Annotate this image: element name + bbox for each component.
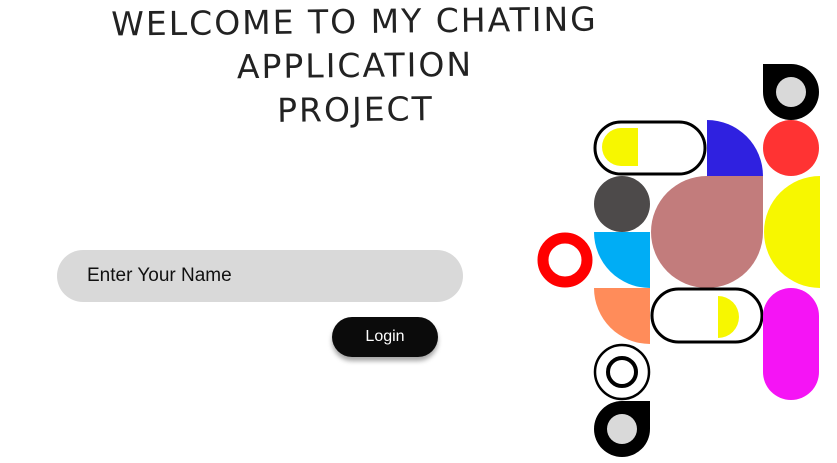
page-title-line-1: WELCOME TO MY CHATING — [111, 0, 598, 44]
magenta-pill-shape — [763, 288, 819, 400]
decorative-geometric-art — [537, 64, 820, 457]
cyan-quarter-circle-shape — [594, 232, 650, 288]
dark-gray-circle-shape — [594, 176, 650, 232]
red-ring-shape — [537, 232, 593, 288]
pill-outline-shape-2 — [650, 287, 764, 344]
yellow-semicircle-shape — [764, 176, 820, 288]
yellow-half-circle-shape — [602, 128, 638, 166]
blue-quarter-circle-shape — [707, 120, 763, 176]
red-circle-shape — [763, 120, 819, 176]
yellow-half-circle-shape-2 — [718, 296, 739, 338]
rose-droplet-shape — [651, 176, 763, 288]
name-input[interactable] — [57, 250, 463, 302]
login-button[interactable]: Login — [332, 317, 438, 357]
gray-circle-shape-2 — [607, 414, 637, 444]
gray-circle-shape — [776, 77, 806, 107]
orange-quarter-circle-shape — [594, 288, 650, 344]
target-outer-ring-shape — [593, 343, 651, 401]
target-inner-ring-shape — [606, 356, 638, 388]
